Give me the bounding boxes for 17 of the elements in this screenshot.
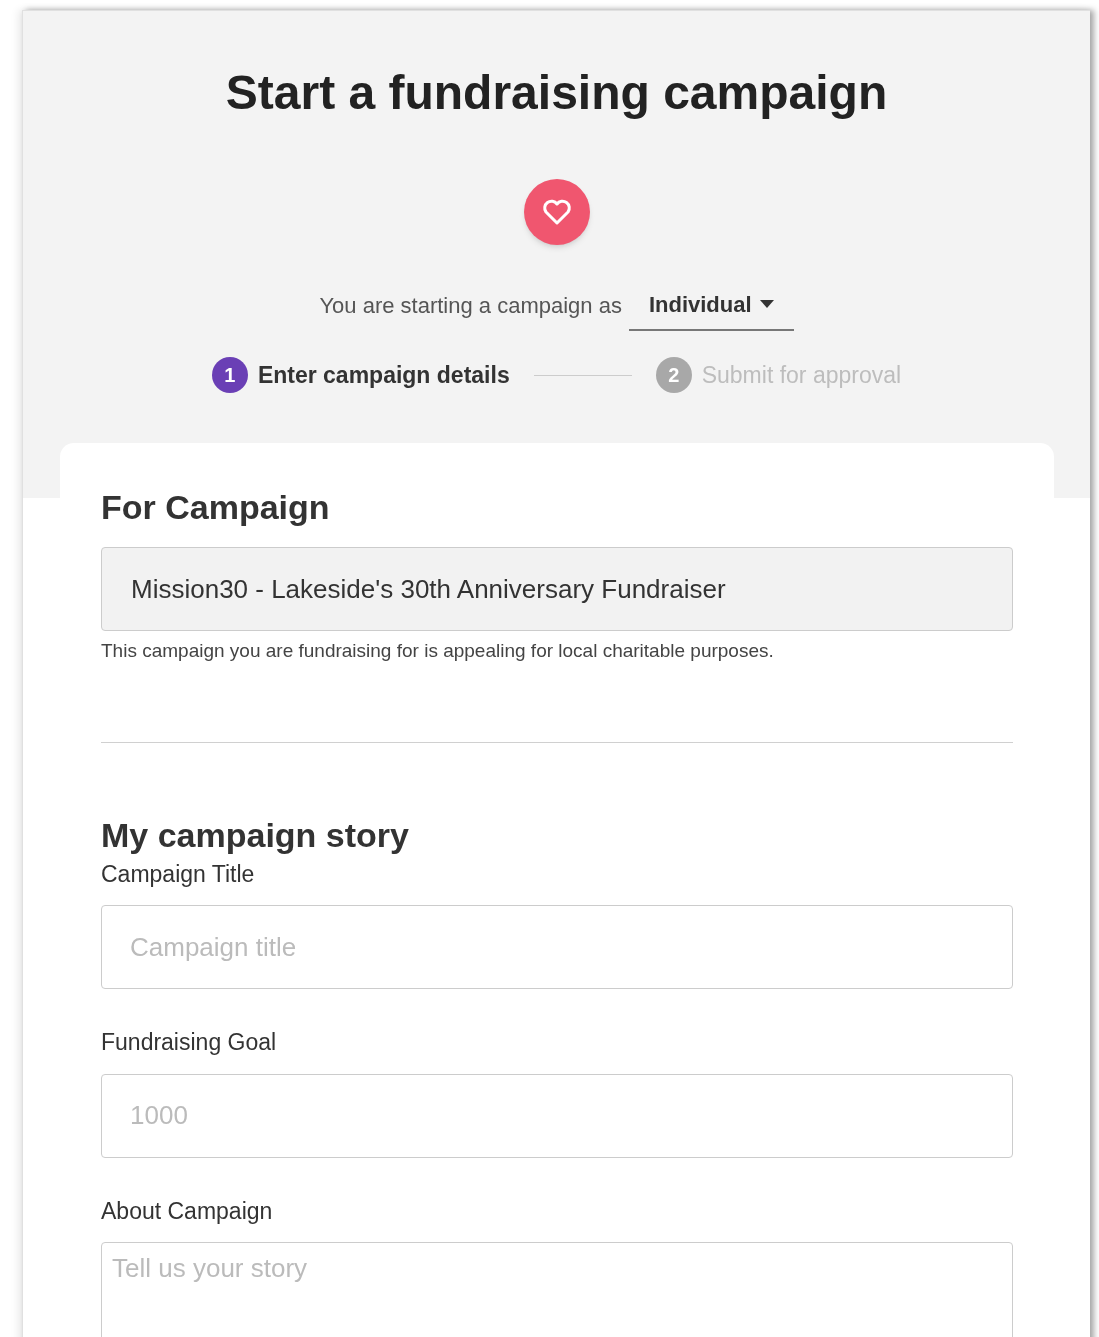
step-number: 1 <box>211 357 248 393</box>
caret-icon <box>759 300 774 308</box>
textarea-field[interactable]: Tell us your story <box>101 1242 1013 1337</box>
starting-as-label: You are starting a campaign as <box>319 291 622 320</box>
text-input[interactable]: Campaign title <box>101 905 1013 989</box>
field-label: Fundraising Goal <box>101 1028 278 1057</box>
page-title: Start a fundraising campaign <box>225 65 888 121</box>
field-label: Campaign Title <box>101 859 256 889</box>
step-tab[interactable]: 1 Enter campaign details <box>211 357 510 393</box>
campaign-note: This campaign you are fundraising for is appealing for local charitable purposes. <box>101 639 775 663</box>
section-heading: For Campaign <box>101 487 331 527</box>
step-number: 2 <box>655 357 692 393</box>
campaign-field: Mission30 - Lakeside's 30th Anniversary Fundraiser <box>101 547 1013 631</box>
section-heading: My campaign story <box>101 814 410 855</box>
account-type-dropdown[interactable]: Individual <box>628 279 794 331</box>
text-input[interactable]: 1000 <box>101 1073 1013 1158</box>
field-label: About Campaign <box>101 1196 274 1226</box>
